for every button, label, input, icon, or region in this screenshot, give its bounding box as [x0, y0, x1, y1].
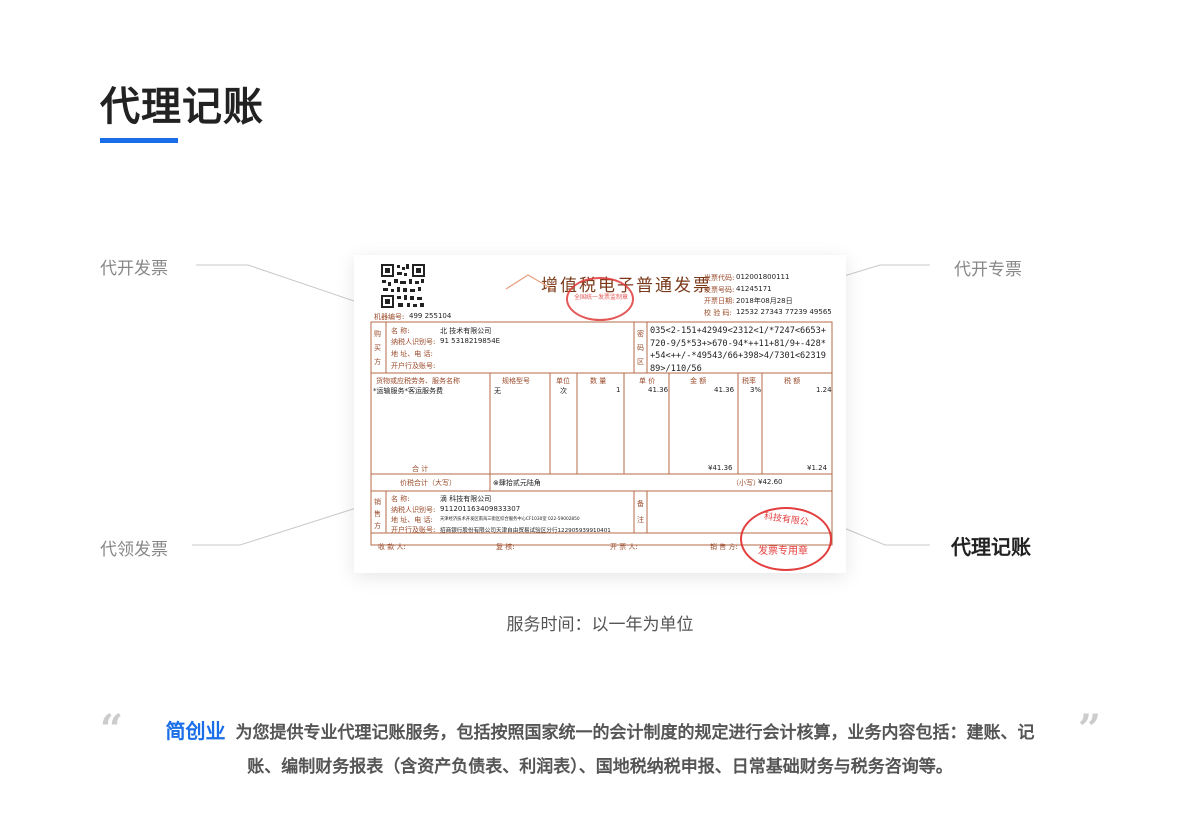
seller-sign-label: 销 售 方: — [710, 543, 738, 551]
item-tax: 1.24 — [816, 386, 832, 394]
item-price: 41.36 — [648, 386, 669, 394]
grand-small-label: （小写） — [732, 479, 760, 487]
buyer-name: 北 技术有限公司 — [440, 327, 492, 335]
callout-bookkeeping: 代理记账 — [951, 535, 1031, 559]
total-label: 合 计 — [412, 465, 429, 473]
buyer-section-label: 购买方 — [374, 330, 381, 366]
seller-bank-label: 开户行及账号: — [391, 526, 436, 534]
cipher-area-label: 密码区 — [637, 330, 644, 366]
seller-taxid-label: 纳税人识别号: — [391, 506, 436, 514]
buyer-taxid: 91 5318219854E — [440, 337, 501, 345]
total-tax: ¥1.24 — [807, 464, 828, 472]
buyer-bank-label: 开户行及账号: — [391, 362, 436, 370]
seller-address-label: 地 址、电 话: — [391, 516, 433, 524]
col-model-header: 规格型号 — [502, 377, 530, 385]
item-model: 无 — [494, 387, 501, 395]
callout-issue-invoice: 代开发票 — [100, 259, 168, 279]
item-qty: 1 — [616, 386, 621, 394]
item-unit: 次 — [560, 387, 567, 395]
seal-bottom-text: 发票专用章 — [758, 546, 808, 557]
company-invoice-seal: 科技有限公 发票专用章 — [740, 507, 832, 571]
service-description: 简创业 为您提供专业代理记账服务，包括按照国家统一的会计制度的规定进行会计核算，业… — [160, 714, 1040, 784]
col-rate-header: 税率 — [742, 377, 756, 385]
seller-name: 滴 科技有限公司 — [440, 495, 492, 503]
brand-name: 简创业 — [165, 719, 226, 743]
issuer-label: 开 票 人: — [610, 543, 638, 551]
col-qty-header: 数 量 — [590, 377, 607, 385]
seller-bank: 招商银行股份有限公司天津自由贸易试验区分行122905939910401 — [440, 528, 611, 534]
grand-total-label: 价税合计（大写） — [400, 479, 456, 487]
seller-section-label: 销售方 — [374, 498, 381, 530]
callout-collect-invoice: 代领发票 — [100, 540, 168, 560]
item-rate: 3% — [750, 386, 762, 394]
callout-issue-special-invoice: 代开专票 — [954, 260, 1022, 280]
remark-label: 备注 — [637, 500, 644, 524]
grand-total-words: ⊗肆拾贰元陆角 — [493, 479, 541, 487]
buyer-address-label: 地 址、电 话: — [391, 350, 433, 358]
buyer-taxid-label: 纳税人识别号: — [391, 338, 436, 346]
open-quote-icon: “ — [100, 706, 124, 753]
seller-name-label: 名 称: — [391, 495, 410, 503]
payee-label: 收 款 人: — [378, 543, 406, 551]
seal-top-text: 科技有限公 — [763, 511, 810, 529]
col-price-header: 单 价 — [639, 377, 656, 385]
buyer-name-label: 名 称: — [391, 327, 410, 335]
total-amount: ¥41.36 — [708, 464, 733, 472]
close-quote-icon: ” — [1078, 706, 1102, 753]
col-tax-header: 税 额 — [784, 377, 801, 385]
col-amount-header: 金 额 — [690, 377, 707, 385]
invoice-image: 增值税电子普通发票 全国统一发票监制章 发票代码: 012001800111 发… — [354, 255, 846, 573]
cipher-text: 035<2-151+42949<2312<1/*7247<6653+720-9/… — [650, 326, 826, 374]
service-time: 服务时间：以一年为单位 — [506, 615, 694, 635]
description-text: 为您提供专业代理记账服务，包括按照国家统一的会计制度的规定进行会计核算，业务内容… — [235, 723, 1035, 777]
item-amount: 41.36 — [714, 386, 735, 394]
item-name: *运输服务*客运服务费 — [373, 387, 443, 395]
reviewer-label: 复 核: — [496, 543, 515, 551]
grand-small: ¥42.60 — [758, 478, 783, 486]
col-item-header: 货物或应税劳务、服务名称 — [376, 377, 460, 385]
seller-address: 天津经济技术开发区南海三街区综合服务中心CF1030室 022-59002850 — [440, 517, 580, 522]
col-unit-header: 单位 — [556, 377, 570, 385]
seller-taxid: 911201163409833307 — [440, 505, 521, 513]
